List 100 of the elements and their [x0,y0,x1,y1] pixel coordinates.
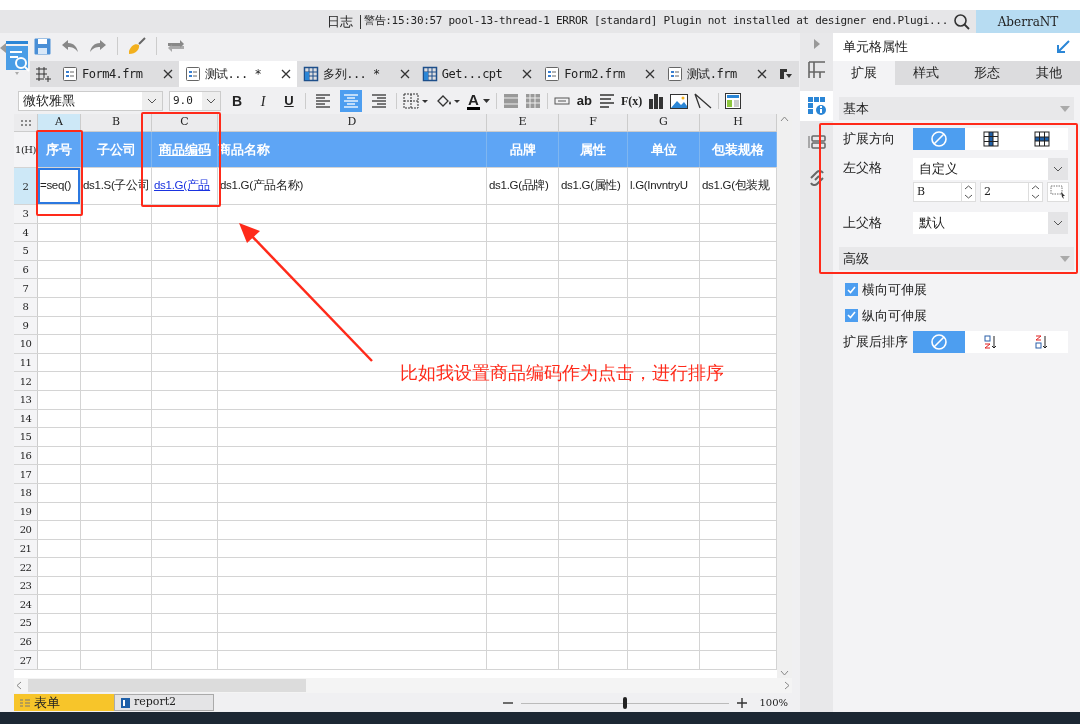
table-icon[interactable] [524,93,541,109]
chevron-down-icon[interactable] [206,98,216,104]
number-field[interactable]: 2 [980,182,1043,202]
panel-tab[interactable]: 扩展 [833,61,895,85]
row-header[interactable]: 24 [14,595,38,614]
row-header[interactable]: 2 [14,168,38,204]
zoom-out-icon[interactable] [503,701,514,704]
italic-button[interactable]: I [253,91,273,111]
section-header[interactable]: 基本 [839,97,1074,120]
save-icon[interactable] [34,37,51,55]
layout-icon[interactable] [725,93,742,109]
image-icon[interactable] [670,93,689,109]
dropdown-caret-icon[interactable] [482,99,490,103]
checkbox[interactable] [845,308,858,322]
row-header[interactable]: 17 [14,465,38,483]
expand-arrow-icon[interactable] [813,39,820,49]
row-header[interactable]: 1(H) [14,132,38,167]
section-title[interactable]: 基本 [843,98,869,119]
font-name[interactable]: 微软雅黑 [23,91,75,111]
column-header[interactable]: D [218,114,487,131]
row-header[interactable]: 10 [14,335,38,353]
close-icon[interactable] [522,69,533,79]
column-header[interactable]: F [559,114,628,131]
zoom-in-icon[interactable] [737,697,748,708]
text-tool-button[interactable]: ab [575,91,593,111]
sheet-tab[interactable]: report2 [114,694,214,711]
dropdown[interactable]: 默认 [913,212,1068,234]
scroll-up-icon[interactable] [780,116,789,122]
redo-icon[interactable] [89,39,107,53]
grid-add-icon[interactable] [35,66,51,82]
zoom-slider[interactable] [521,696,730,709]
sheet-tab-label[interactable]: 表单 [34,692,60,713]
bar-chart-icon[interactable] [648,93,665,109]
table-cell[interactable]: l.G(InvntryU [628,168,700,204]
tab-list-dropdown-icon[interactable] [778,68,793,80]
side-panel-tab[interactable] [800,91,833,121]
file-tab-label[interactable]: 测试.frm [686,65,753,83]
font-size-value[interactable]: 9.0 [173,92,193,110]
document-search-icon[interactable] [6,41,30,75]
close-icon[interactable] [162,69,173,79]
sheet-tab[interactable]: 表单 [14,694,114,711]
close-icon[interactable] [281,69,292,79]
row-header[interactable]: 7 [14,279,38,297]
column-header[interactable]: G [628,114,700,131]
slider-thumb[interactable] [623,696,628,709]
diagonal-line-icon[interactable] [694,93,713,109]
spin-up-icon[interactable] [962,183,975,192]
table-cell[interactable]: ds1.G(产品名称) [218,168,487,204]
row-header[interactable]: 3 [14,205,38,223]
merge-cells-icon[interactable] [502,93,519,109]
close-icon[interactable] [644,69,655,79]
section-title[interactable]: 高级 [843,248,869,269]
column-header[interactable]: B [81,114,152,131]
chevron-down-icon[interactable] [1053,220,1063,226]
align-center-button[interactable] [340,90,362,112]
font-size-dropdown[interactable]: 9.0 [169,91,221,111]
checkbox-label[interactable]: 横向可伸展 [862,280,927,300]
dropdown-value[interactable]: 自定义 [919,159,958,179]
font-color-button[interactable]: A [467,92,480,110]
table-cell[interactable]: ds1.G(属性) [559,168,628,204]
file-tab-label[interactable]: Get...cpt [441,65,519,83]
file-tab-label[interactable]: Form4.frm [82,65,159,83]
dock-arrow-icon[interactable] [1056,40,1070,54]
scroll-down-icon[interactable] [780,670,789,676]
log-message[interactable]: 警告:15:30:57 pool-13-thread-1 ERROR [standard] Plugin not installed at designer end.Plugi... [363,13,948,30]
font-dropdown[interactable]: 微软雅黑 [18,91,163,111]
file-tab-label[interactable]: Form2.frm [564,65,641,83]
paragraph-icon[interactable] [599,94,615,108]
input-field-icon[interactable] [553,97,570,105]
collapse-arrow-icon[interactable] [0,43,6,53]
select-all-grip-icon[interactable] [20,119,31,126]
close-icon[interactable] [756,69,767,79]
row-header[interactable]: 27 [14,651,38,669]
dropdown[interactable]: 自定义 [913,158,1068,180]
spin-down-icon[interactable] [962,192,975,201]
section-header[interactable]: 高级 [839,247,1074,270]
row-header[interactable]: 5 [14,242,38,260]
scroll-right-icon[interactable] [784,681,790,690]
horizontal-scrollbar[interactable] [14,678,792,693]
column-header[interactable]: E [487,114,559,131]
log-label[interactable]: 日志 [322,11,357,32]
swap-arrows-icon[interactable] [167,39,185,53]
file-tab-label[interactable]: 测试... * [204,65,278,83]
number-field[interactable]: B [913,182,976,202]
dropdown-value[interactable]: 默认 [919,213,945,233]
checkbox-label[interactable]: 纵向可伸展 [862,305,927,325]
row-header[interactable]: 12 [14,372,38,390]
file-tab-label[interactable]: 多列... * [323,65,396,83]
pick-cell-icon[interactable] [1050,185,1066,199]
search-icon[interactable] [954,13,970,30]
table-cell[interactable]: =seq() [38,168,81,204]
spin-up-icon[interactable] [1029,183,1042,192]
close-icon[interactable] [399,69,410,79]
brush-icon[interactable] [128,37,146,55]
chevron-down-icon[interactable] [1053,166,1063,172]
row-header[interactable]: 20 [14,521,38,539]
row-header[interactable]: 22 [14,558,38,576]
scroll-left-icon[interactable] [16,681,22,690]
chevron-down-icon[interactable] [147,98,157,104]
border-icon[interactable] [403,93,429,109]
